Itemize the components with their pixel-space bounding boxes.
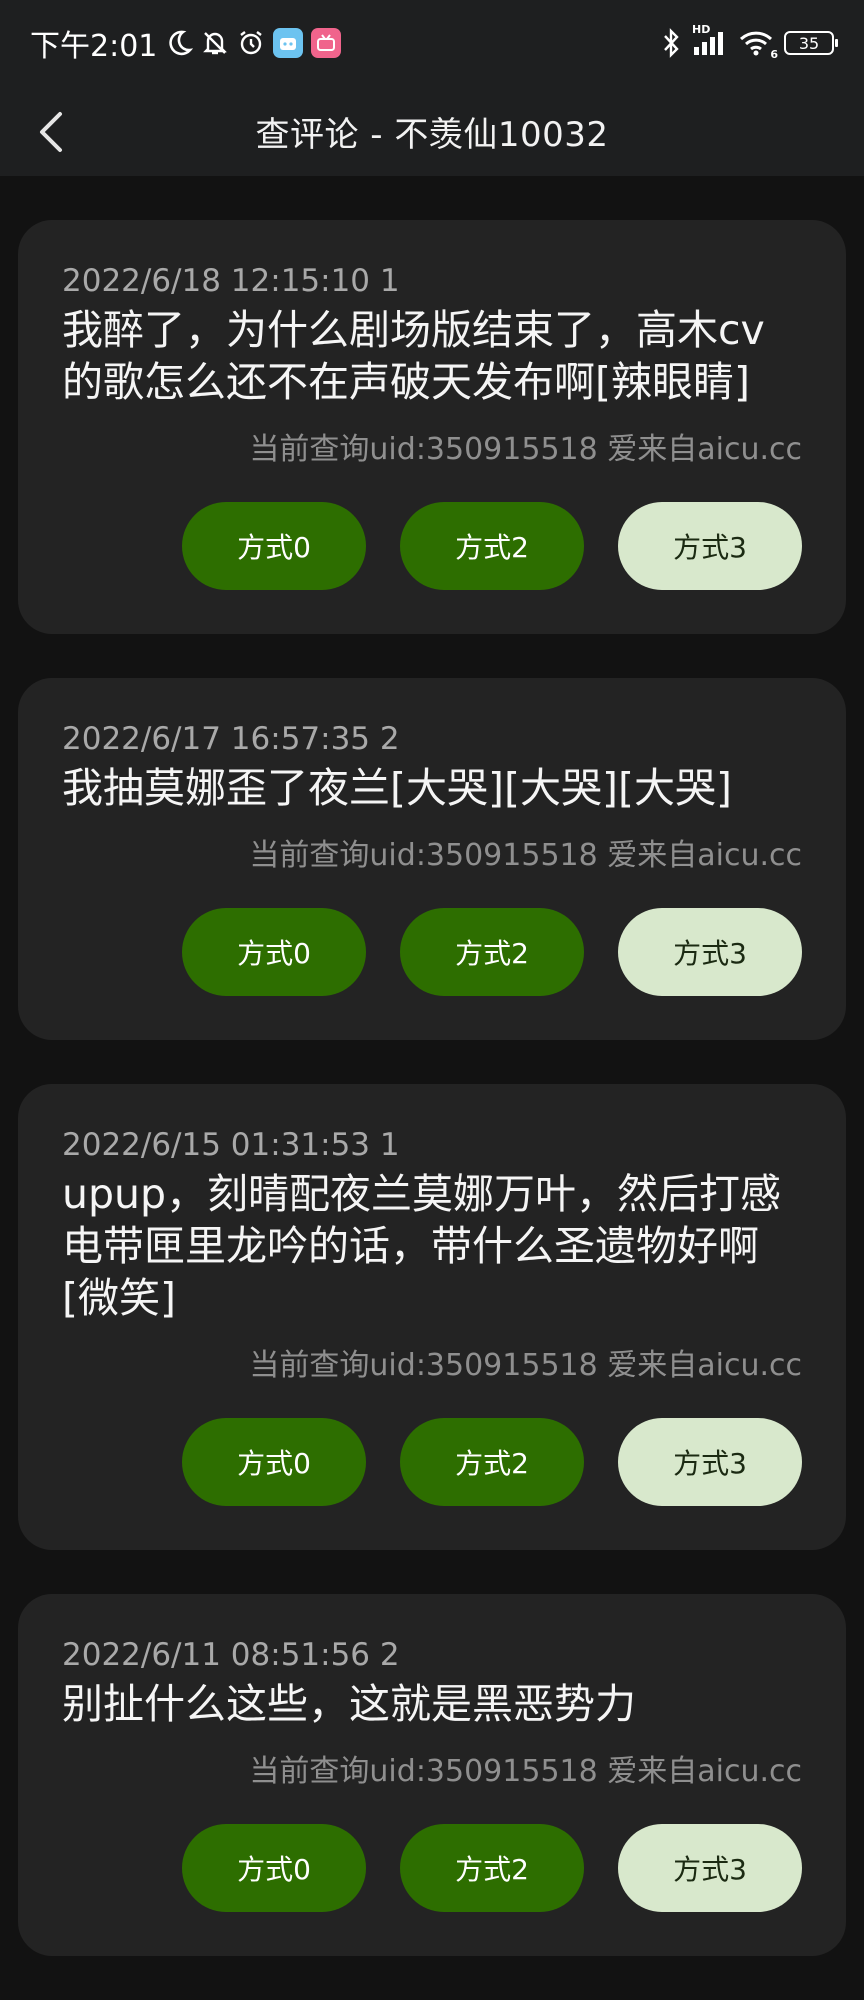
comment-source: 当前查询uid:350915518 爱来自aicu.cc [249, 432, 802, 467]
method-buttons: 方式0 方式2 方式3 [62, 1418, 802, 1506]
method-3-button[interactable]: 方式3 [618, 502, 802, 590]
status-time: 下午2:01 [30, 29, 158, 64]
signal-icon: HD [692, 23, 728, 57]
comment-meta: 2022/6/17 16:57:35 2 [62, 721, 400, 757]
method-0-button[interactable]: 方式0 [182, 908, 366, 996]
method-2-button[interactable]: 方式2 [400, 1824, 584, 1912]
signal-label: HD [692, 23, 711, 36]
back-button[interactable] [22, 102, 82, 162]
bell-off-icon [201, 29, 229, 57]
comment-meta: 2022/6/15 01:31:53 1 [62, 1127, 400, 1163]
comment-meta: 2022/6/18 12:15:10 1 [62, 263, 400, 299]
comment-text: 我抽莫娜歪了夜兰[大哭][大哭][大哭] [62, 764, 732, 812]
comment-text: 我醉了，为什么剧场版结束了，高木cv的歌怎么还不在声破天发布啊[辣眼睛] [62, 306, 765, 406]
method-0-button[interactable]: 方式0 [182, 1418, 366, 1506]
wifi-badge: 6 [770, 48, 778, 61]
method-0-button[interactable]: 方式0 [182, 502, 366, 590]
method-3-button[interactable]: 方式3 [618, 908, 802, 996]
app-icon-blue [273, 28, 304, 58]
method-3-button[interactable]: 方式3 [618, 1824, 802, 1912]
method-2-button[interactable]: 方式2 [400, 908, 584, 996]
method-0-button[interactable]: 方式0 [182, 1824, 366, 1912]
comment-card: 2022/6/17 16:57:35 2 我抽莫娜歪了夜兰[大哭][大哭][大哭… [18, 678, 846, 1040]
comment-card: 2022/6/15 01:31:53 1 upup，刻晴配夜兰莫娜万叶，然后打感… [18, 1084, 846, 1550]
bilibili-icon [311, 28, 342, 58]
method-buttons: 方式0 方式2 方式3 [62, 908, 802, 996]
comment-card: 2022/6/11 08:51:56 2 别扯什么这些，这就是黑恶势力 当前查询… [18, 1594, 846, 1956]
method-3-button[interactable]: 方式3 [618, 1418, 802, 1506]
wifi-icon: 6 [738, 29, 778, 61]
method-buttons: 方式0 方式2 方式3 [62, 502, 802, 590]
comment-source: 当前查询uid:350915518 爱来自aicu.cc [249, 1348, 802, 1383]
page-title: 查评论 - 不羡仙10032 [255, 114, 609, 155]
moon-icon [165, 29, 194, 57]
comment-text: upup，刻晴配夜兰莫娜万叶，然后打感电带匣里龙吟的话，带什么圣遗物好啊[微笑] [62, 1170, 782, 1322]
method-2-button[interactable]: 方式2 [400, 502, 584, 590]
status-bar: 下午2:01 HD 6 35 [0, 0, 864, 86]
comment-meta: 2022/6/11 08:51:56 2 [62, 1637, 400, 1673]
comment-card: 2022/6/18 12:15:10 1 我醉了，为什么剧场版结束了，高木cv的… [18, 220, 846, 634]
method-2-button[interactable]: 方式2 [400, 1418, 584, 1506]
chevron-left-icon [40, 112, 62, 152]
comment-source: 当前查询uid:350915518 爱来自aicu.cc [249, 1754, 802, 1789]
battery-indicator: 35 [784, 31, 838, 55]
comment-list[interactable]: 2022/6/18 12:15:10 1 我醉了，为什么剧场版结束了，高木cv的… [18, 220, 846, 2000]
battery-level: 35 [798, 33, 820, 53]
alarm-icon [237, 29, 265, 57]
app-bar: 查评论 - 不羡仙10032 [0, 86, 864, 176]
method-buttons: 方式0 方式2 方式3 [62, 1824, 802, 1912]
comment-text: 别扯什么这些，这就是黑恶势力 [62, 1680, 636, 1728]
bluetooth-icon [660, 28, 682, 58]
comment-source: 当前查询uid:350915518 爱来自aicu.cc [249, 838, 802, 873]
